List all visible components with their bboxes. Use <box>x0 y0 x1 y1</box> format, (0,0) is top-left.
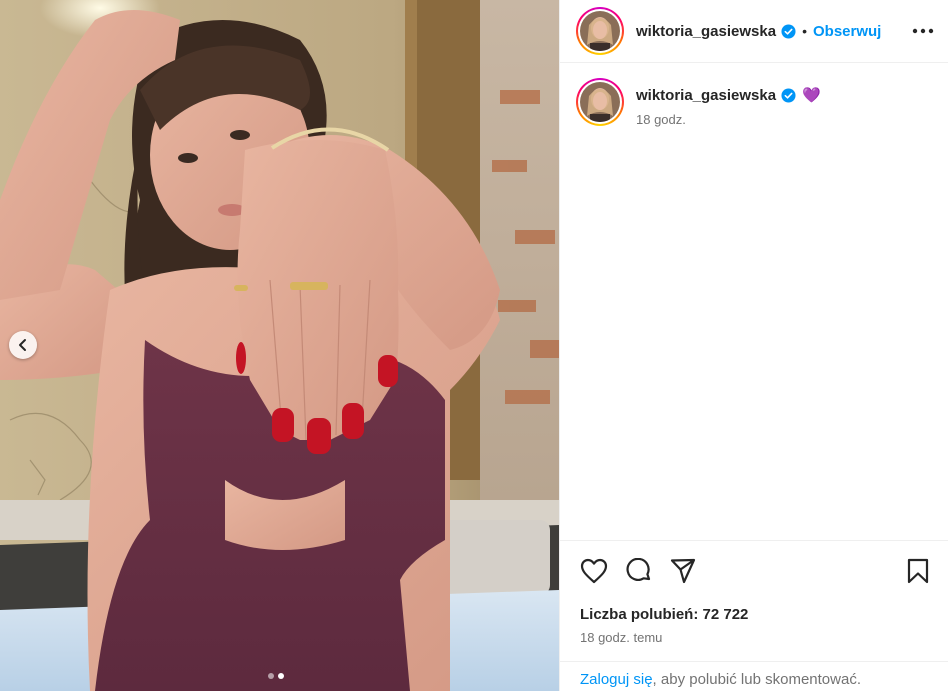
post-timestamp[interactable]: 18 godz. temu <box>560 623 948 645</box>
action-bar <box>560 541 948 601</box>
carousel-indicator <box>268 673 284 679</box>
avatar[interactable] <box>576 7 624 55</box>
chevron-left-icon <box>19 339 26 351</box>
verified-badge-icon <box>781 23 796 39</box>
follow-button[interactable]: Obserwuj <box>813 23 881 40</box>
share-icon[interactable] <box>670 558 696 584</box>
more-options-icon[interactable] <box>912 28 934 34</box>
comment-icon[interactable] <box>626 558 652 584</box>
heart-icon[interactable] <box>580 558 608 584</box>
previous-slide-button[interactable] <box>9 331 37 359</box>
login-prompt-text: , aby polubić lub skomentować. <box>652 671 861 688</box>
verified-badge-icon <box>781 87 796 103</box>
caption-text: 💜 <box>802 87 821 104</box>
caption-timestamp[interactable]: 18 godz. <box>636 112 821 127</box>
login-link[interactable]: Zaloguj się <box>580 671 653 688</box>
post-photo[interactable] <box>0 0 559 691</box>
caption-username-link[interactable]: wiktoria_gasiewska <box>636 87 776 104</box>
caption-avatar[interactable] <box>576 78 624 126</box>
avatar-image <box>580 82 620 122</box>
post-caption: wiktoria_gasiewska 💜 18 godz. <box>560 63 948 127</box>
likes-count[interactable]: Liczba polubień: 72 722 <box>560 601 948 623</box>
avatar-image <box>580 11 620 51</box>
username-link[interactable]: wiktoria_gasiewska <box>636 23 776 40</box>
separator-dot: • <box>802 23 807 39</box>
carousel-dot-active <box>278 673 284 679</box>
post-sidebar: wiktoria_gasiewska • Obserwuj wiktoria_g… <box>559 0 948 691</box>
post-header: wiktoria_gasiewska • Obserwuj <box>560 0 948 63</box>
login-prompt: Zaloguj się, aby polubić lub skomentować… <box>560 661 948 691</box>
post-image <box>0 0 559 691</box>
carousel-dot <box>268 673 274 679</box>
post-actions-area: Liczba polubień: 72 722 18 godz. temu <box>560 540 948 645</box>
bookmark-icon[interactable] <box>907 558 929 584</box>
